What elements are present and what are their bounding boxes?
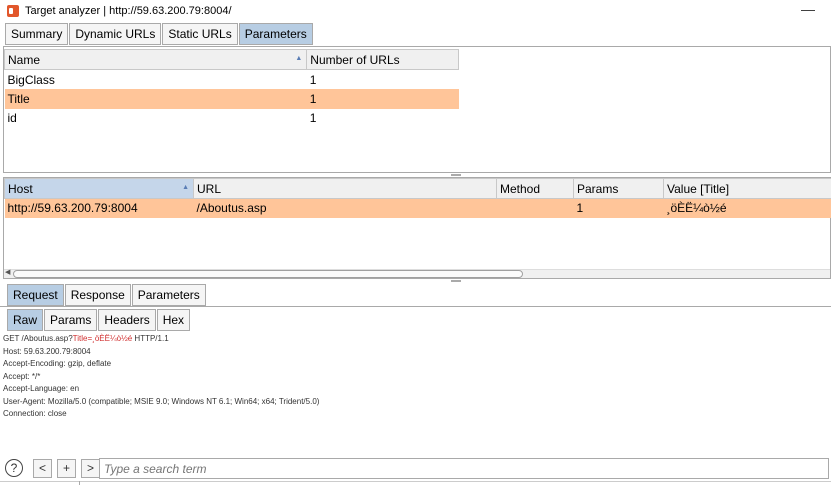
request-header-line: Accept-Language: en [3,384,80,393]
tab-request-parameters[interactable]: Parameters [131,284,206,306]
urls-table: Host ▲ URL Method Params Value [Title] ht… [4,178,831,218]
title-bar: Target analyzer | http://59.63.200.79:80… [0,0,831,22]
sort-ascending-icon: ▲ [295,55,303,62]
analyzer-tabs: Summary Dynamic URLs Static URLs Paramet… [5,23,314,45]
view-tabs: Raw Params Headers Hex [7,309,191,331]
splitter-grip-icon [451,280,461,282]
horizontal-scrollbar[interactable]: ◀ [4,269,830,278]
tab-request[interactable]: Request [7,284,64,306]
raw-request-editor[interactable]: GET /Aboutus.asp?Title=¸öÈË¼ò½é HTTP/1.1… [0,331,831,454]
param-name: BigClass [7,72,55,87]
status-divider [79,481,80,485]
scroll-left-icon[interactable]: ◀ [5,268,10,276]
scrollbar-thumb[interactable] [13,270,523,278]
highlighted-parameter: Title=¸öÈË¼ò½é [72,334,133,343]
app-logo-icon [7,5,19,17]
column-header-method[interactable]: Method [496,178,574,199]
column-header-params[interactable]: Params [573,178,664,199]
splitter-grip-icon [451,174,461,176]
next-match-button[interactable]: > [81,458,100,478]
request-header-line: Accept: */* [3,371,41,381]
search-bar: ? < + > [0,456,831,480]
tab-headers[interactable]: Headers [98,309,156,331]
add-button[interactable]: + [57,458,76,478]
url-value: ¸öÈË¼ò½é [663,198,831,218]
status-divider [0,481,831,482]
column-header-name[interactable]: Name ▲ [3,49,308,70]
column-header-value-title[interactable]: Value [Title] [663,178,831,199]
column-header-number-of-urls[interactable]: Number of URLs [306,49,459,70]
table-row[interactable]: id 1 [5,109,459,129]
message-tabs: Request Response Parameters [7,284,207,306]
url-host: http://59.63.200.79:8004 [4,198,194,218]
param-url-count: 1 [306,89,459,109]
column-header-url[interactable]: URL [193,178,497,199]
request-header-line: User-Agent: Mozilla/5.0 (compatible; MSI… [3,396,320,406]
help-icon[interactable]: ? [5,459,23,477]
tab-raw[interactable]: Raw [7,309,44,331]
url-path: /Aboutus.asp [193,198,497,218]
divider [0,306,831,307]
tab-response[interactable]: Response [64,284,131,306]
previous-match-button[interactable]: < [33,458,52,478]
table-row[interactable]: BigClass 1 [5,70,459,90]
request-line: GET /Aboutus.asp?Title=¸öÈË¼ò½é HTTP/1.1 [3,334,169,343]
param-name: Title [4,89,307,109]
tab-params[interactable]: Params [44,309,98,331]
param-url-count: 1 [309,111,317,126]
table-row-selected[interactable]: http://59.63.200.79:8004 /Aboutus.asp 1 … [4,198,831,218]
sort-ascending-icon: ▲ [182,184,189,191]
window-title: Target analyzer | http://59.63.200.79:80… [25,5,232,17]
tab-dynamic-urls[interactable]: Dynamic URLs [69,23,162,45]
request-header-line: Connection: close [3,409,67,418]
request-header-line: Accept-Encoding: gzip, deflate [3,359,112,368]
tab-static-urls[interactable]: Static URLs [162,23,238,45]
minimize-icon[interactable]: — [801,1,815,17]
request-header-line: Host: 59.63.200.79:8004 [3,346,91,356]
parameters-table: Name ▲ Number of URLs BigClass 1 Title 1 … [3,49,459,129]
tab-parameters[interactable]: Parameters [238,23,313,45]
column-header-host[interactable]: Host ▲ [4,178,194,199]
tab-summary[interactable]: Summary [5,23,69,45]
url-method [496,198,574,218]
search-input[interactable] [99,458,829,479]
param-url-count: 1 [309,72,317,87]
table-row-selected[interactable]: Title 1 [4,89,459,109]
tab-hex[interactable]: Hex [156,309,191,331]
param-name: id [7,111,17,126]
url-params: 1 [573,198,664,218]
